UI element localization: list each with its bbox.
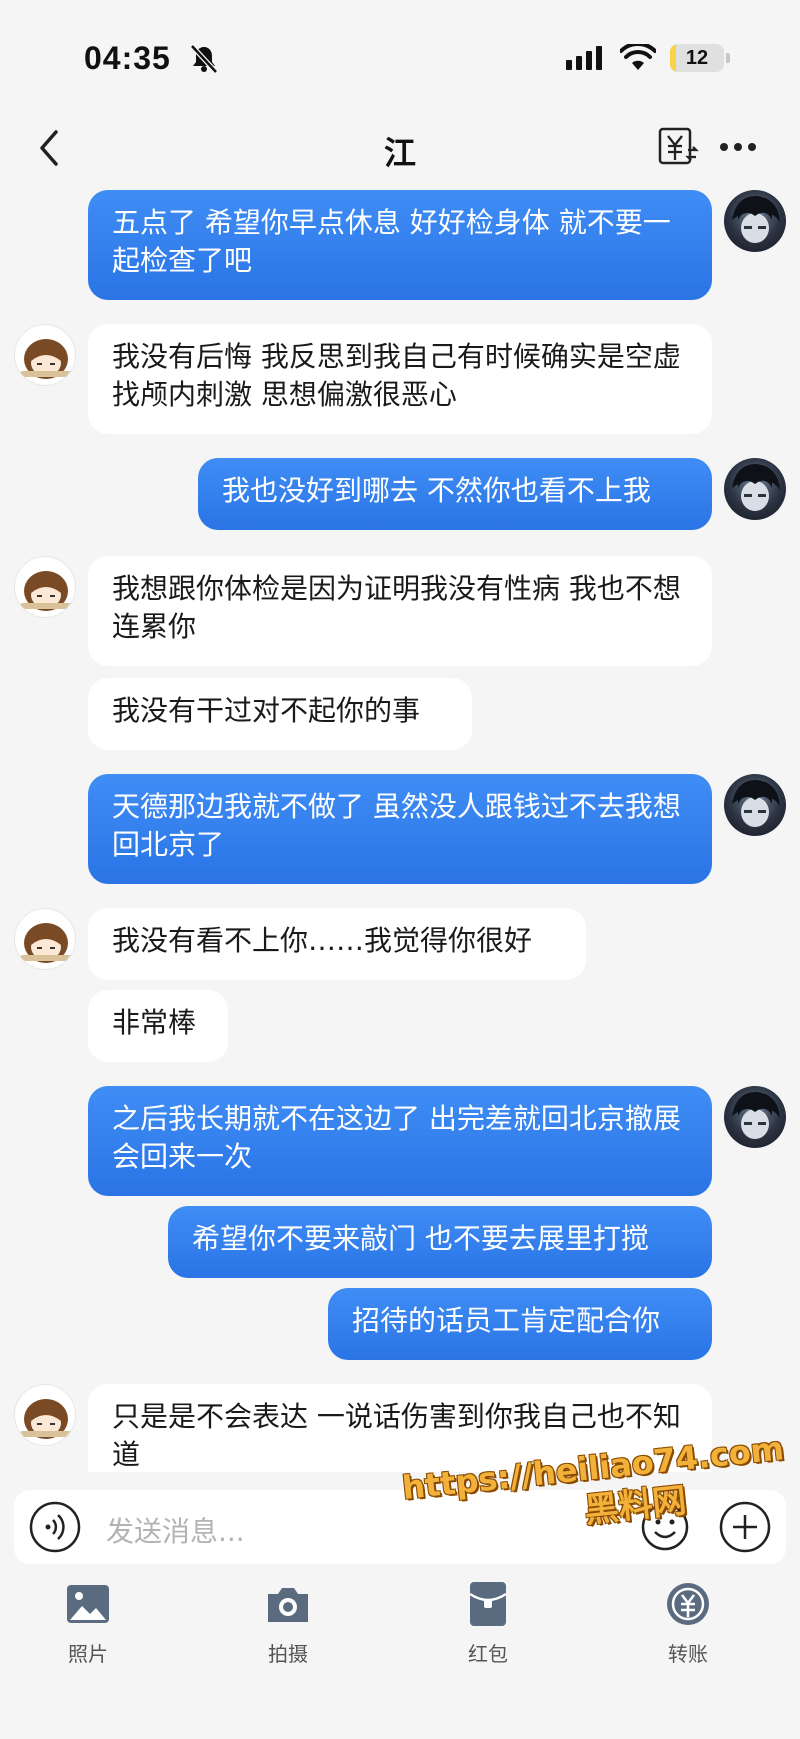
my-avatar[interactable] <box>724 1086 786 1148</box>
image-icon <box>67 1585 109 1623</box>
transfer-icon <box>667 1583 709 1625</box>
voice-input-icon[interactable] <box>28 1500 82 1554</box>
photo-button[interactable]: 照片 <box>28 1580 148 1667</box>
avatar-image <box>21 339 71 379</box>
contact-avatar[interactable] <box>14 1384 76 1446</box>
battery-percent: 12 <box>685 47 709 69</box>
status-bar: 04:35 12 <box>0 0 800 110</box>
wifi-icon <box>620 44 656 70</box>
message-input[interactable]: 发送消息... <box>106 1510 245 1550</box>
camera-icon <box>268 1588 308 1622</box>
photo-label: 照片 <box>68 1642 108 1666</box>
transfer-button[interactable]: 转账 <box>628 1580 748 1667</box>
camera-label: 拍摄 <box>268 1642 308 1666</box>
avatar-image <box>21 571 71 611</box>
avatar-image <box>732 1092 780 1139</box>
message-bubble-received[interactable]: 我没有干过对不起你的事 <box>88 678 472 750</box>
red-packet-label: 红包 <box>468 1642 508 1666</box>
avatar-image <box>732 780 780 827</box>
my-avatar[interactable] <box>724 458 786 520</box>
more-options-icon[interactable] <box>716 132 760 162</box>
camera-button[interactable]: 拍摄 <box>228 1580 348 1667</box>
message-bubble-sent[interactable]: 招待的话员工肯定配合你 <box>328 1288 712 1360</box>
my-avatar[interactable] <box>724 774 786 836</box>
message-bubble-sent[interactable]: 我也没好到哪去 不然你也看不上我 <box>198 458 712 530</box>
contact-avatar[interactable] <box>14 324 76 386</box>
message-bubble-sent[interactable]: 天德那边我就不做了 虽然没人跟钱过不去我想回北京了 <box>88 774 712 884</box>
red-packet-button[interactable]: 红包 <box>428 1580 548 1667</box>
message-bubble-received[interactable]: 我想跟你体检是因为证明我没有性病 我也不想连累你 <box>88 556 712 666</box>
avatar-image <box>732 196 780 243</box>
message-bubble-sent[interactable]: 希望你不要来敲门 也不要去展里打搅 <box>168 1206 712 1278</box>
contact-avatar[interactable] <box>14 908 76 970</box>
avatar-image <box>21 923 71 963</box>
attachment-toolbar: 照片 拍摄 红包 转账 <box>0 1580 800 1739</box>
status-time: 04:35 <box>84 40 171 76</box>
my-avatar[interactable] <box>724 190 786 252</box>
message-list[interactable]: 五点了 希望你早点休息 好好检身体 就不要一起检查了吧 我没有后悔 我反思到我自… <box>0 186 800 1472</box>
message-bubble-received[interactable]: 非常棒 <box>88 990 228 1062</box>
avatar-image <box>732 464 780 511</box>
battery-tip <box>726 53 730 63</box>
battery-indicator: 12 <box>670 44 724 72</box>
message-bubble-received[interactable]: 我没有看不上你……我觉得你很好 <box>88 908 586 980</box>
yuan-exchange-icon[interactable] <box>656 124 700 168</box>
cellular-signal-icon <box>566 46 602 70</box>
transfer-label: 转账 <box>668 1642 708 1666</box>
red-packet-icon <box>469 1582 507 1626</box>
bell-muted-icon <box>190 44 218 74</box>
chat-header: 江 <box>0 110 800 186</box>
message-bubble-received[interactable]: 我没有后悔 我反思到我自己有时候确实是空虚 找颅内刺激 思想偏激很恶心 <box>88 324 712 434</box>
message-bubble-sent[interactable]: 之后我长期就不在这边了 出完差就回北京撤展会回来一次 <box>88 1086 712 1196</box>
avatar-image <box>21 1399 71 1439</box>
contact-avatar[interactable] <box>14 556 76 618</box>
message-bubble-sent[interactable]: 五点了 希望你早点休息 好好检身体 就不要一起检查了吧 <box>88 190 712 300</box>
